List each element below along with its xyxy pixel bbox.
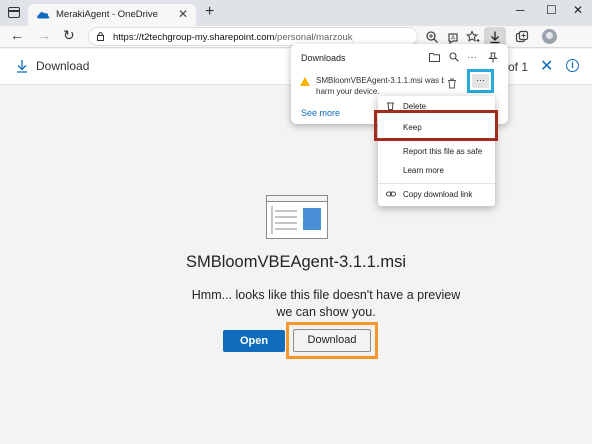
lock-icon[interactable] [97, 32, 104, 41]
viewer-close-icon[interactable]: ✕ [540, 56, 553, 76]
search-icon[interactable] [449, 52, 459, 62]
tab-title: MerakiAgent - OneDrive [56, 9, 158, 20]
menu-item-copy-link[interactable]: Copy download link [378, 190, 495, 199]
new-tab-icon[interactable]: + [205, 3, 214, 21]
menu-separator [378, 140, 495, 141]
download-arrow-icon [17, 60, 27, 73]
menu-item-delete[interactable]: Delete [378, 102, 495, 111]
address-text[interactable]: https://t2techgroup-my.sharepoint.com/pe… [113, 32, 353, 43]
window-close-icon[interactable]: ✕ [573, 3, 583, 17]
download-item-line1: SMBloomVBEAgent-3.1.1.msi was block [316, 76, 444, 85]
refresh-icon[interactable]: ↻ [63, 27, 75, 44]
more-options-highlight: ··· [467, 69, 494, 93]
trash-icon[interactable] [447, 78, 457, 89]
page-count: of 1 [508, 60, 529, 74]
panel-more-icon[interactable]: ··· [467, 52, 477, 63]
read-aloud-icon[interactable]: A [447, 30, 461, 44]
download-icon [490, 31, 500, 44]
download-button[interactable]: Download [293, 329, 371, 352]
menu-separator [378, 183, 495, 184]
zoom-icon[interactable] [425, 30, 439, 44]
download-item[interactable]: SMBloomVBEAgent-3.1.1.msi was block harm… [316, 75, 444, 97]
title-bar: MerakiAgent - OneDrive ✕ + ─ ☐ ✕ [0, 0, 592, 26]
browser-tab[interactable]: MerakiAgent - OneDrive ✕ [28, 4, 196, 26]
collections-icon[interactable] [515, 30, 529, 44]
minimize-icon[interactable]: ─ [516, 3, 525, 17]
command-download-button[interactable]: Download [16, 59, 89, 73]
maximize-icon[interactable]: ☐ [546, 3, 557, 17]
open-folder-icon[interactable] [429, 52, 440, 62]
back-icon[interactable]: ← [10, 27, 24, 43]
command-download-label: Download [36, 59, 90, 73]
tab-close-icon[interactable]: ✕ [178, 7, 188, 21]
forward-icon[interactable]: → [37, 27, 51, 43]
favorite-icon[interactable] [466, 30, 480, 44]
profile-avatar[interactable] [542, 29, 557, 44]
address-path: /personal/marzouk_harbane_t2... [274, 32, 353, 43]
info-icon[interactable]: i [566, 59, 579, 72]
download-context-menu: Delete Keep Report this file as safe Lea… [378, 96, 495, 206]
menu-item-report-safe[interactable]: Report this file as safe [378, 147, 495, 156]
tab-actions-icon[interactable] [8, 7, 20, 18]
address-host: https://t2techgroup-my.sharepoint.com [113, 32, 275, 43]
menu-item-keep[interactable]: Keep [378, 123, 495, 132]
open-button[interactable]: Open [223, 330, 285, 352]
download-button-highlight: Download [286, 322, 378, 359]
see-more-link[interactable]: See more [301, 108, 340, 118]
pin-icon[interactable] [488, 52, 498, 63]
warning-icon [300, 77, 310, 86]
no-preview-message: Hmm... looks like this file doesn't have… [191, 288, 461, 319]
no-preview-illustration [266, 195, 328, 239]
more-options-button[interactable]: ··· [472, 74, 489, 88]
file-name: SMBloomVBEAgent-3.1.1.msi [185, 253, 407, 271]
onedrive-cloud-icon [37, 12, 50, 19]
menu-item-learn-more[interactable]: Learn more [378, 166, 495, 175]
downloads-title: Downloads [301, 53, 346, 63]
